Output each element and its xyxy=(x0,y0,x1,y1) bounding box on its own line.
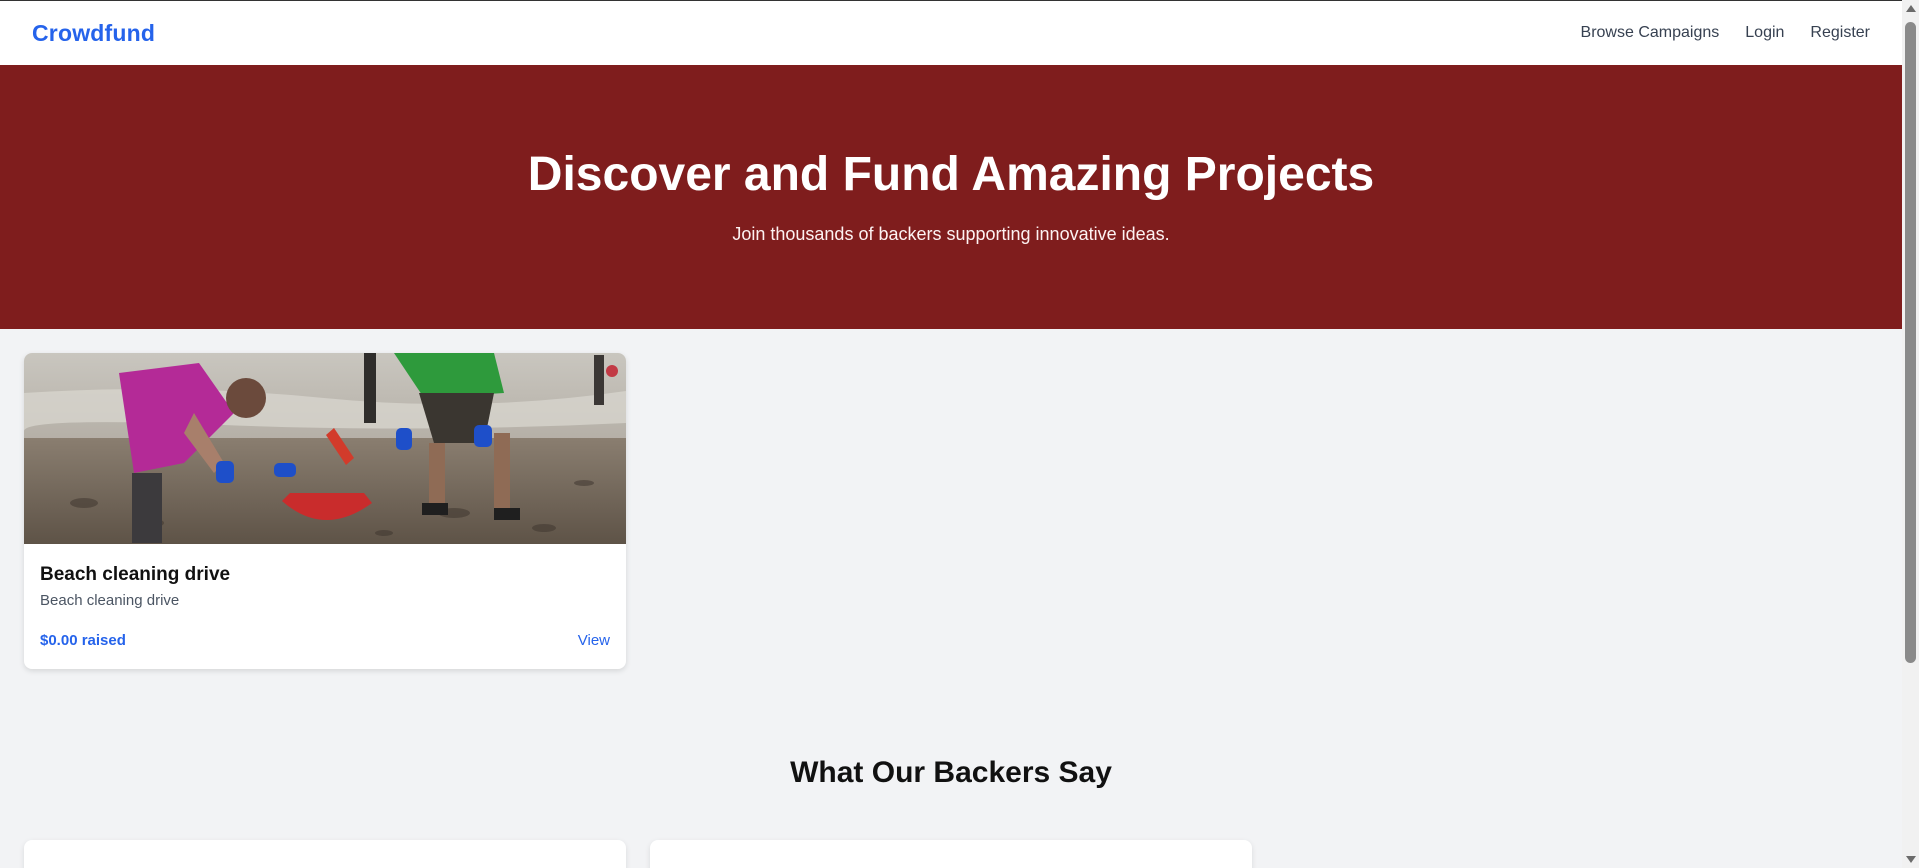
campaign-raised-amount: $0.00 raised xyxy=(40,632,126,649)
campaign-view-link[interactable]: View xyxy=(578,632,610,649)
hero-subtitle: Join thousands of backers supporting inn… xyxy=(732,224,1170,244)
campaign-image xyxy=(24,353,626,544)
hero-title: Discover and Fund Amazing Projects xyxy=(527,148,1375,201)
nav-login[interactable]: Login xyxy=(1745,24,1784,42)
nav-register[interactable]: Register xyxy=(1810,24,1870,42)
campaign-card[interactable]: Beach cleaning drive Beach cleaning driv… xyxy=(24,353,626,669)
navbar: Crowdfund Browse Campaigns Login Registe… xyxy=(0,0,1902,65)
nav-browse-campaigns[interactable]: Browse Campaigns xyxy=(1581,24,1720,42)
campaign-description: Beach cleaning drive xyxy=(40,592,180,609)
testimonial-card xyxy=(650,840,1252,868)
scroll-up-icon[interactable] xyxy=(1906,5,1916,12)
campaign-title[interactable]: Beach cleaning drive xyxy=(40,564,230,586)
hero-banner: Discover and Fund Amazing Projects Join … xyxy=(0,65,1902,329)
brand-logo-link[interactable]: Crowdfund xyxy=(32,20,155,47)
vertical-scrollbar[interactable] xyxy=(1902,0,1919,868)
scrollbar-thumb[interactable] xyxy=(1905,22,1916,663)
page: Crowdfund Browse Campaigns Login Registe… xyxy=(0,0,1902,868)
testimonial-card xyxy=(24,840,626,868)
scroll-down-icon[interactable] xyxy=(1906,856,1916,863)
testimonials-title: What Our Backers Say xyxy=(790,756,1112,789)
nav-links: Browse Campaigns Login Register xyxy=(1581,24,1870,42)
